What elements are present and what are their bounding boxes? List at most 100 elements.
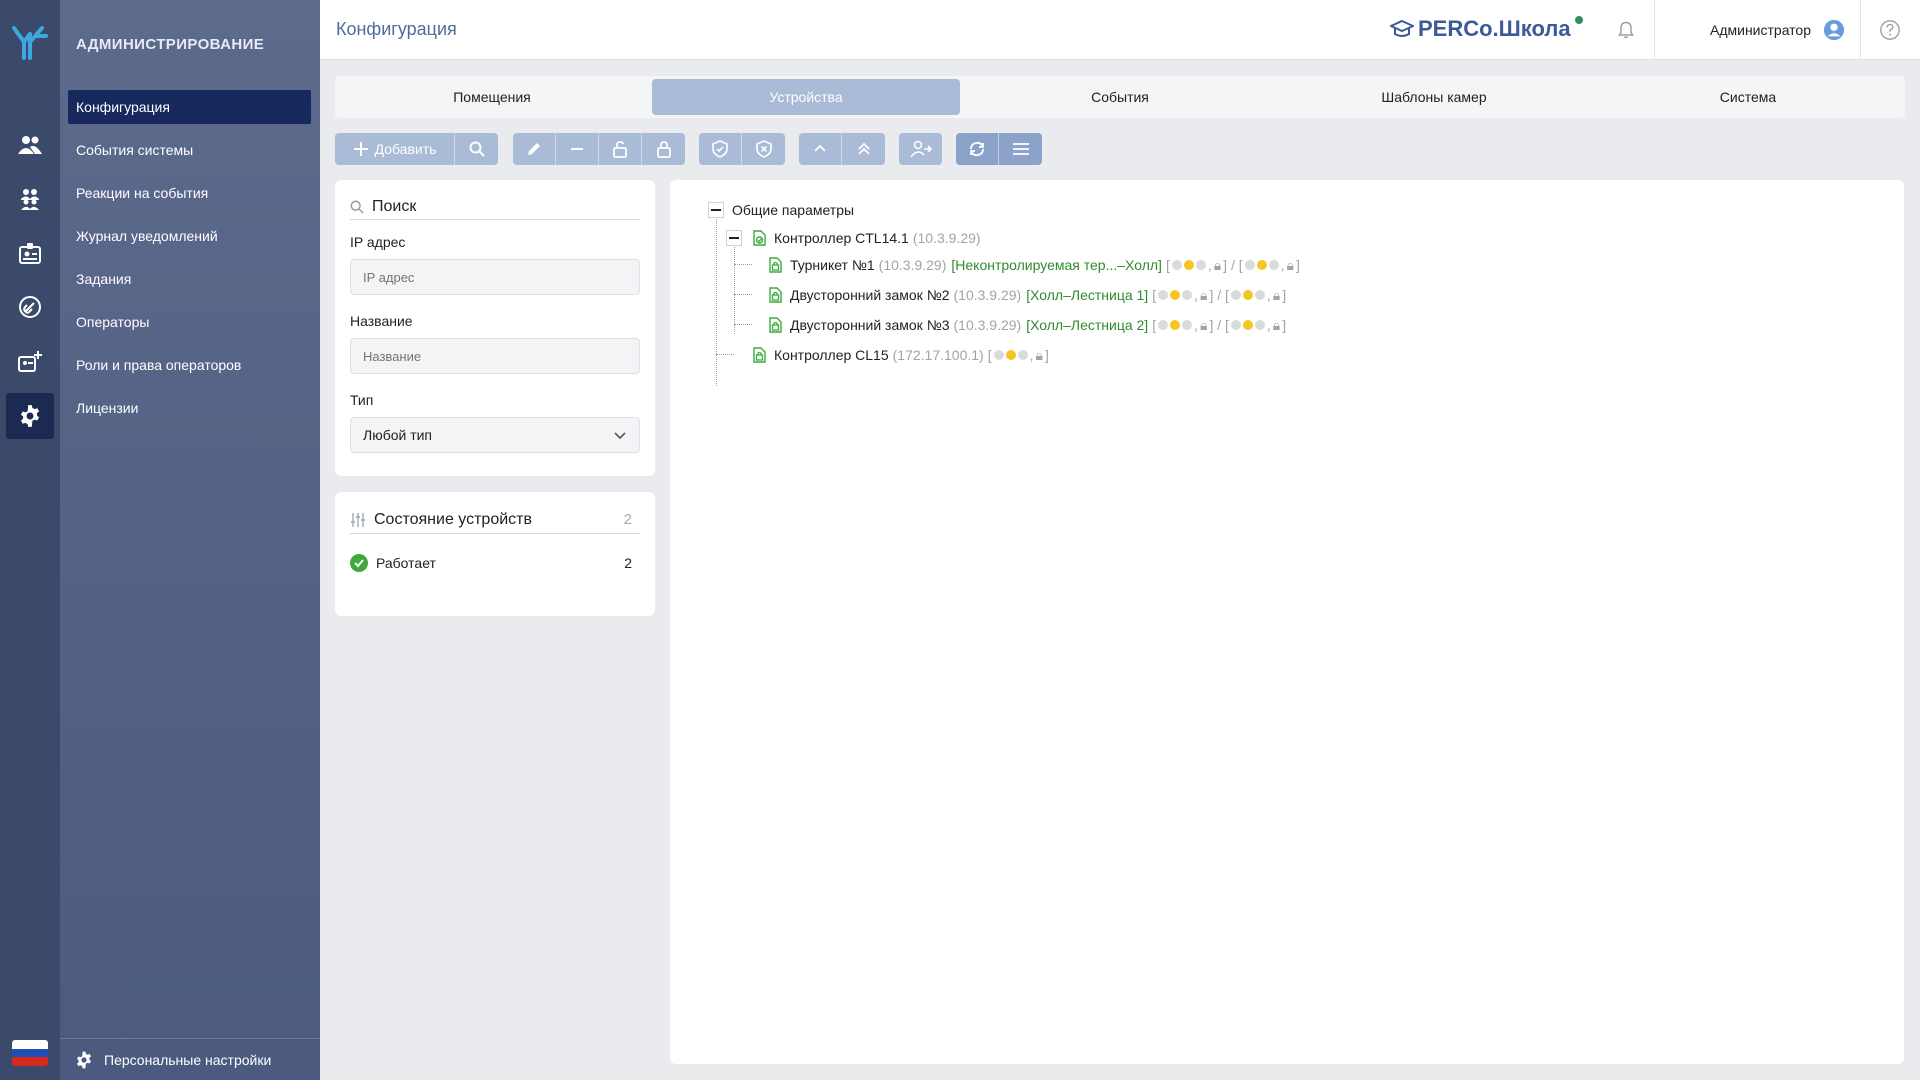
nav-item-system-events[interactable]: События системы bbox=[68, 133, 311, 167]
security-group bbox=[699, 133, 785, 165]
nav-item-operator-roles[interactable]: Роли и права операторов bbox=[68, 348, 311, 382]
refresh-icon bbox=[970, 141, 984, 157]
admin-nav: АДМИНИСТРИРОВАНИЕ Конфигурация События с… bbox=[60, 0, 320, 1080]
name-label: Название bbox=[350, 313, 413, 329]
filter-panel: Поиск IP адрес Название Тип Любой тип bbox=[335, 180, 655, 476]
device-lock-icon bbox=[766, 316, 784, 334]
ip-input[interactable] bbox=[350, 259, 640, 295]
disarm-button[interactable] bbox=[742, 133, 785, 165]
add-search-group: Добавить bbox=[335, 133, 498, 165]
personal-settings-link[interactable]: Персональные настройки bbox=[60, 1038, 320, 1080]
type-label: Тип bbox=[350, 392, 374, 408]
edit-button[interactable] bbox=[513, 133, 556, 165]
assign-group bbox=[899, 133, 942, 165]
tree-node-controller-ctl14[interactable]: Контроллер CTL14.1 (10.3.9.29) bbox=[726, 227, 981, 249]
user-avatar-icon[interactable] bbox=[1820, 16, 1848, 44]
small-lock-icon: 🔒︎ bbox=[1286, 256, 1294, 273]
bell-icon[interactable] bbox=[1612, 16, 1640, 44]
collapse-toggle[interactable] bbox=[708, 202, 724, 218]
controller-icon bbox=[750, 229, 768, 247]
type-select[interactable]: Любой тип bbox=[350, 417, 640, 453]
tree-connector bbox=[716, 354, 734, 355]
nav-item-event-reactions[interactable]: Реакции на события bbox=[68, 176, 311, 210]
add-button[interactable]: Добавить bbox=[335, 133, 455, 165]
user-arrow-icon bbox=[909, 140, 932, 158]
nav-item-tasks[interactable]: Задания bbox=[68, 262, 311, 296]
add-card-icon[interactable] bbox=[6, 338, 54, 384]
device-lock-icon bbox=[766, 256, 784, 274]
nav-item-configuration[interactable]: Конфигурация bbox=[68, 90, 311, 124]
search-button[interactable] bbox=[455, 133, 498, 165]
status-row-working[interactable]: Работает 2 bbox=[350, 552, 640, 574]
status-count: 2 bbox=[623, 511, 632, 528]
collapse-toggle[interactable] bbox=[726, 230, 742, 246]
tab-devices[interactable]: Устройства bbox=[652, 79, 960, 115]
tree-node-turnstile-1[interactable]: Турникет №1 (10.3.9.29) [Неконтролируема… bbox=[766, 254, 1300, 276]
lock-button[interactable] bbox=[642, 133, 685, 165]
tree-node-zone: [Холл–Лестница 2] bbox=[1026, 317, 1149, 333]
nav-item-licenses[interactable]: Лицензии bbox=[68, 391, 311, 425]
tree-node-ip: (10.3.9.29) bbox=[912, 230, 981, 246]
assign-user-button[interactable] bbox=[899, 133, 942, 165]
nav-item-operators[interactable]: Операторы bbox=[68, 305, 311, 339]
tree-connector bbox=[734, 264, 752, 265]
type-select-value: Любой тип bbox=[363, 427, 433, 443]
tree-node-zone: [Холл–Лестница 1] bbox=[1026, 287, 1149, 303]
brand-name: PERCo.Школа bbox=[1418, 16, 1571, 41]
device-lock-icon bbox=[750, 346, 768, 364]
brand-logo: PERCo.Школа bbox=[1390, 16, 1583, 42]
tab-rooms[interactable]: Помещения bbox=[338, 79, 646, 115]
personal-settings-label: Персональные настройки bbox=[104, 1051, 272, 1068]
tree-node-lock-3[interactable]: Двусторонний замок №3 (10.3.9.29) [Холл–… bbox=[766, 314, 1286, 336]
link-icon[interactable] bbox=[6, 284, 54, 330]
search-icon bbox=[350, 200, 364, 214]
help-icon[interactable] bbox=[1876, 16, 1904, 44]
search-icon bbox=[469, 141, 485, 157]
state-indicator: [, 🔒︎] / [, 🔒︎] bbox=[1152, 286, 1287, 304]
unlock-button[interactable] bbox=[599, 133, 642, 165]
pencil-icon bbox=[528, 143, 540, 155]
tree-node-root[interactable]: Общие параметры bbox=[708, 199, 854, 221]
device-lock-icon bbox=[766, 286, 784, 304]
device-tree: Общие параметры Контроллер CTL14.1 (10.3… bbox=[670, 180, 1904, 1064]
menu-button[interactable] bbox=[999, 133, 1042, 165]
badge-icon[interactable] bbox=[6, 230, 54, 276]
header-divider bbox=[1654, 0, 1655, 60]
plus-icon bbox=[353, 142, 368, 156]
remove-button[interactable] bbox=[556, 133, 599, 165]
shield-x-icon bbox=[755, 140, 772, 158]
status-header[interactable]: Состояние устройств 2 bbox=[350, 506, 640, 534]
tree-node-controller-cl15[interactable]: Контроллер CL15 (172.17.100.1) [, 🔒︎] bbox=[750, 344, 1049, 366]
people-icon[interactable] bbox=[6, 122, 54, 168]
tree-node-label: Двусторонний замок №2 bbox=[790, 287, 950, 303]
tree-node-lock-2[interactable]: Двусторонний замок №2 (10.3.9.29) [Холл–… bbox=[766, 284, 1286, 306]
sliders-icon bbox=[351, 512, 365, 527]
page-title: Конфигурация bbox=[336, 19, 457, 39]
refresh-button[interactable] bbox=[956, 133, 999, 165]
search-field[interactable]: Поиск bbox=[350, 194, 640, 220]
state-indicator: [, 🔒︎] / [, 🔒︎] bbox=[1165, 256, 1300, 274]
graduation-cap-icon bbox=[1390, 19, 1414, 37]
move-up-button[interactable] bbox=[799, 133, 842, 165]
tree-node-label: Контроллер CTL14.1 bbox=[774, 230, 909, 246]
tree-node-ip: (172.17.100.1) bbox=[892, 347, 984, 363]
move-top-button[interactable] bbox=[842, 133, 885, 165]
move-group bbox=[799, 133, 885, 165]
tab-camera-templates[interactable]: Шаблоны камер bbox=[1280, 79, 1588, 115]
tab-events[interactable]: События bbox=[966, 79, 1274, 115]
gear-icon[interactable] bbox=[6, 393, 54, 439]
group-icon[interactable] bbox=[6, 176, 54, 222]
name-input[interactable] bbox=[350, 338, 640, 374]
tree-node-ip: (10.3.9.29) bbox=[878, 257, 947, 273]
nav-item-notification-log[interactable]: Журнал уведомлений bbox=[68, 219, 311, 253]
state-indicator: [, 🔒︎] / [, 🔒︎] bbox=[1152, 316, 1287, 334]
tab-system[interactable]: Система bbox=[1594, 79, 1902, 115]
top-header: Конфигурация PERCo.Школа Администратор bbox=[320, 0, 1920, 60]
icon-rail bbox=[0, 0, 60, 1080]
shield-check-icon bbox=[712, 140, 728, 158]
tree-connector bbox=[734, 294, 752, 295]
app-logo-icon[interactable] bbox=[8, 20, 52, 64]
user-name[interactable]: Администратор bbox=[1710, 22, 1811, 38]
flag-ru-icon[interactable] bbox=[12, 1040, 48, 1066]
arm-button[interactable] bbox=[699, 133, 742, 165]
